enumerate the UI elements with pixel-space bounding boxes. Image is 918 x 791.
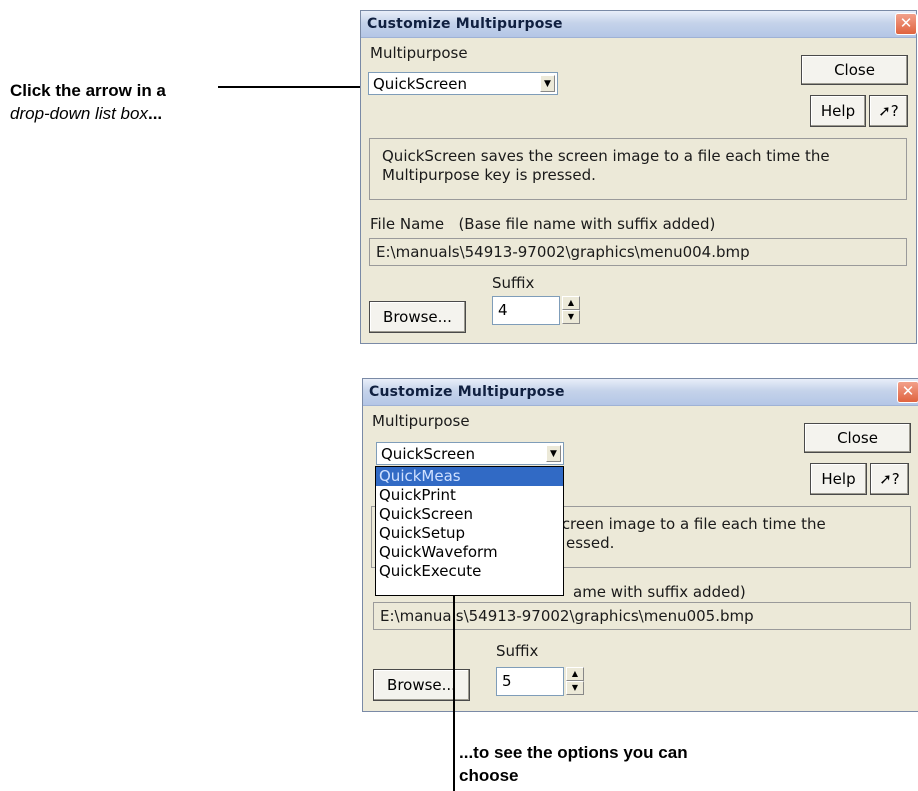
description-line2: essed. xyxy=(566,534,615,552)
spin-up-icon[interactable]: ▲ xyxy=(566,667,584,681)
close-button[interactable]: Close xyxy=(801,55,908,85)
suffix-label: Suffix xyxy=(492,274,535,292)
title-bar[interactable]: Customize Multipurpose ✕ xyxy=(361,11,917,38)
file-path-field: E:\manuals\54913-97002\graphics\menu004.… xyxy=(369,238,907,266)
multipurpose-label: Multipurpose xyxy=(372,412,470,430)
description-box: QuickScreen saves the screen image to a … xyxy=(369,138,907,200)
file-name-label: File Name (Base file name with suffix ad… xyxy=(370,215,716,233)
browse-button[interactable]: Browse... xyxy=(373,669,470,701)
callout-top-line2: drop-down list box... xyxy=(10,104,163,123)
arrow-cursor-icon: ➚ xyxy=(879,470,892,488)
callout-bottom-leader xyxy=(453,595,455,791)
multipurpose-value: QuickScreen xyxy=(381,445,475,463)
multipurpose-value: QuickScreen xyxy=(373,75,467,93)
chevron-down-icon[interactable]: ▼ xyxy=(540,75,555,92)
suffix-value: 4 xyxy=(498,301,508,319)
close-button[interactable]: Close xyxy=(804,423,911,453)
spin-up-icon[interactable]: ▲ xyxy=(562,296,580,310)
chevron-down-icon[interactable]: ▼ xyxy=(546,445,561,462)
dropdown-option[interactable]: QuickMeas xyxy=(376,467,563,486)
description-line1: screen image to a file each time the xyxy=(554,515,826,533)
browse-button[interactable]: Browse... xyxy=(369,301,466,333)
multipurpose-label: Multipurpose xyxy=(370,44,468,62)
suffix-value: 5 xyxy=(502,672,512,690)
customize-dialog-2: Customize Multipurpose ✕ Multipurpose Qu… xyxy=(362,378,918,712)
suffix-input[interactable]: 4 xyxy=(492,296,560,325)
callout-top-leader xyxy=(218,86,366,88)
close-window-button[interactable]: ✕ xyxy=(895,13,917,35)
dropdown-option[interactable]: QuickSetup xyxy=(376,524,563,543)
help-button[interactable]: Help xyxy=(810,463,867,495)
file-name-label: ame with suffix added) xyxy=(573,583,746,601)
suffix-input[interactable]: 5 xyxy=(496,667,564,696)
suffix-label: Suffix xyxy=(496,642,539,660)
dropdown-option[interactable]: QuickPrint xyxy=(376,486,563,505)
customize-dialog-1: Customize Multipurpose ✕ Multipurpose Qu… xyxy=(360,10,917,344)
whats-this-button[interactable]: ➚? xyxy=(870,463,909,495)
spin-down-icon[interactable]: ▼ xyxy=(566,681,584,695)
help-button[interactable]: Help xyxy=(810,95,866,127)
suffix-stepper[interactable]: ▲ ▼ xyxy=(562,296,580,325)
callout-bottom-line1: ...to see the options you can xyxy=(459,743,688,762)
dropdown-option[interactable]: QuickScreen xyxy=(376,505,563,524)
arrow-cursor-icon: ➚ xyxy=(878,102,891,120)
dropdown-option[interactable]: QuickWaveform xyxy=(376,543,563,562)
multipurpose-select[interactable]: QuickScreen ▼ xyxy=(376,442,564,465)
callout-top-line1: Click the arrow in a xyxy=(10,81,166,100)
dialog-title: Customize Multipurpose xyxy=(367,16,563,32)
callout-top: Click the arrow in a drop-down list box.… xyxy=(10,79,166,125)
title-bar[interactable]: Customize Multipurpose ✕ xyxy=(363,379,918,406)
dropdown-option[interactable]: QuickExecute xyxy=(376,562,563,581)
multipurpose-select[interactable]: QuickScreen ▼ xyxy=(368,72,558,95)
callout-bottom-line2: choose xyxy=(459,766,519,785)
spin-down-icon[interactable]: ▼ xyxy=(562,310,580,324)
suffix-stepper[interactable]: ▲ ▼ xyxy=(566,667,584,696)
dialog-title: Customize Multipurpose xyxy=(369,384,565,400)
callout-bottom: ...to see the options you can choose xyxy=(459,741,688,787)
close-window-button[interactable]: ✕ xyxy=(897,381,918,403)
whats-this-button[interactable]: ➚? xyxy=(869,95,908,127)
multipurpose-dropdown-list: QuickMeas QuickPrint QuickScreen QuickSe… xyxy=(375,466,564,596)
